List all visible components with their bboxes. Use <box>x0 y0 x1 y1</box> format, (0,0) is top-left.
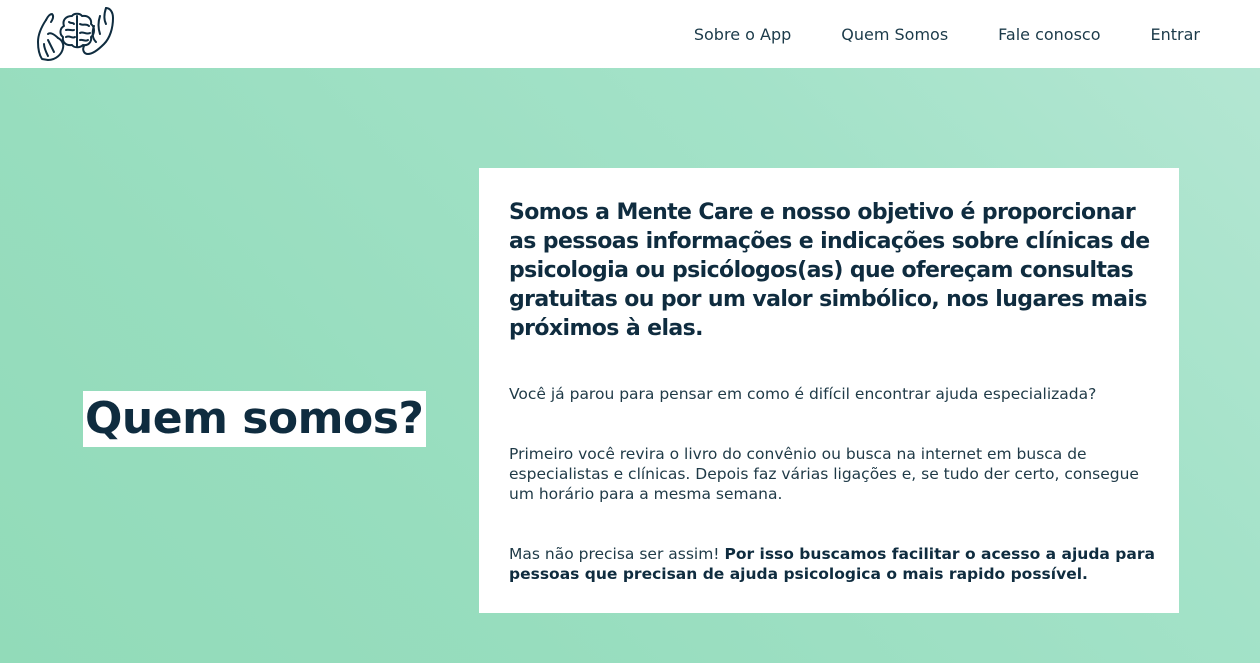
nav-entrar[interactable]: Entrar <box>1151 25 1200 44</box>
site-header: Sobre o App Quem Somos Fale conosco Entr… <box>0 0 1260 68</box>
main-nav: Sobre o App Quem Somos Fale conosco Entr… <box>644 0 1200 68</box>
hands-holding-brain-icon[interactable] <box>36 4 116 62</box>
nav-fale-conosco[interactable]: Fale conosco <box>998 25 1100 44</box>
paragraph-solution: Mas não precisa ser assim! Por isso busc… <box>509 544 1159 584</box>
paragraph-solution-intro: Mas não precisa ser assim! <box>509 545 725 563</box>
page-title: Quem somos? <box>83 391 427 448</box>
paragraph-question: Você já parou para pensar em como é difí… <box>509 385 1097 403</box>
mission-statement: Somos a Mente Care e nosso objetivo é pr… <box>509 200 1150 341</box>
about-section: Quem somos? Somos a Mente Care e nosso o… <box>0 68 1260 663</box>
nav-sobre-o-app[interactable]: Sobre o App <box>694 25 791 44</box>
paragraph-problem: Primeiro você revira o livro do convênio… <box>509 445 1139 503</box>
about-card: Somos a Mente Care e nosso objetivo é pr… <box>479 168 1179 613</box>
nav-quem-somos[interactable]: Quem Somos <box>841 25 948 44</box>
